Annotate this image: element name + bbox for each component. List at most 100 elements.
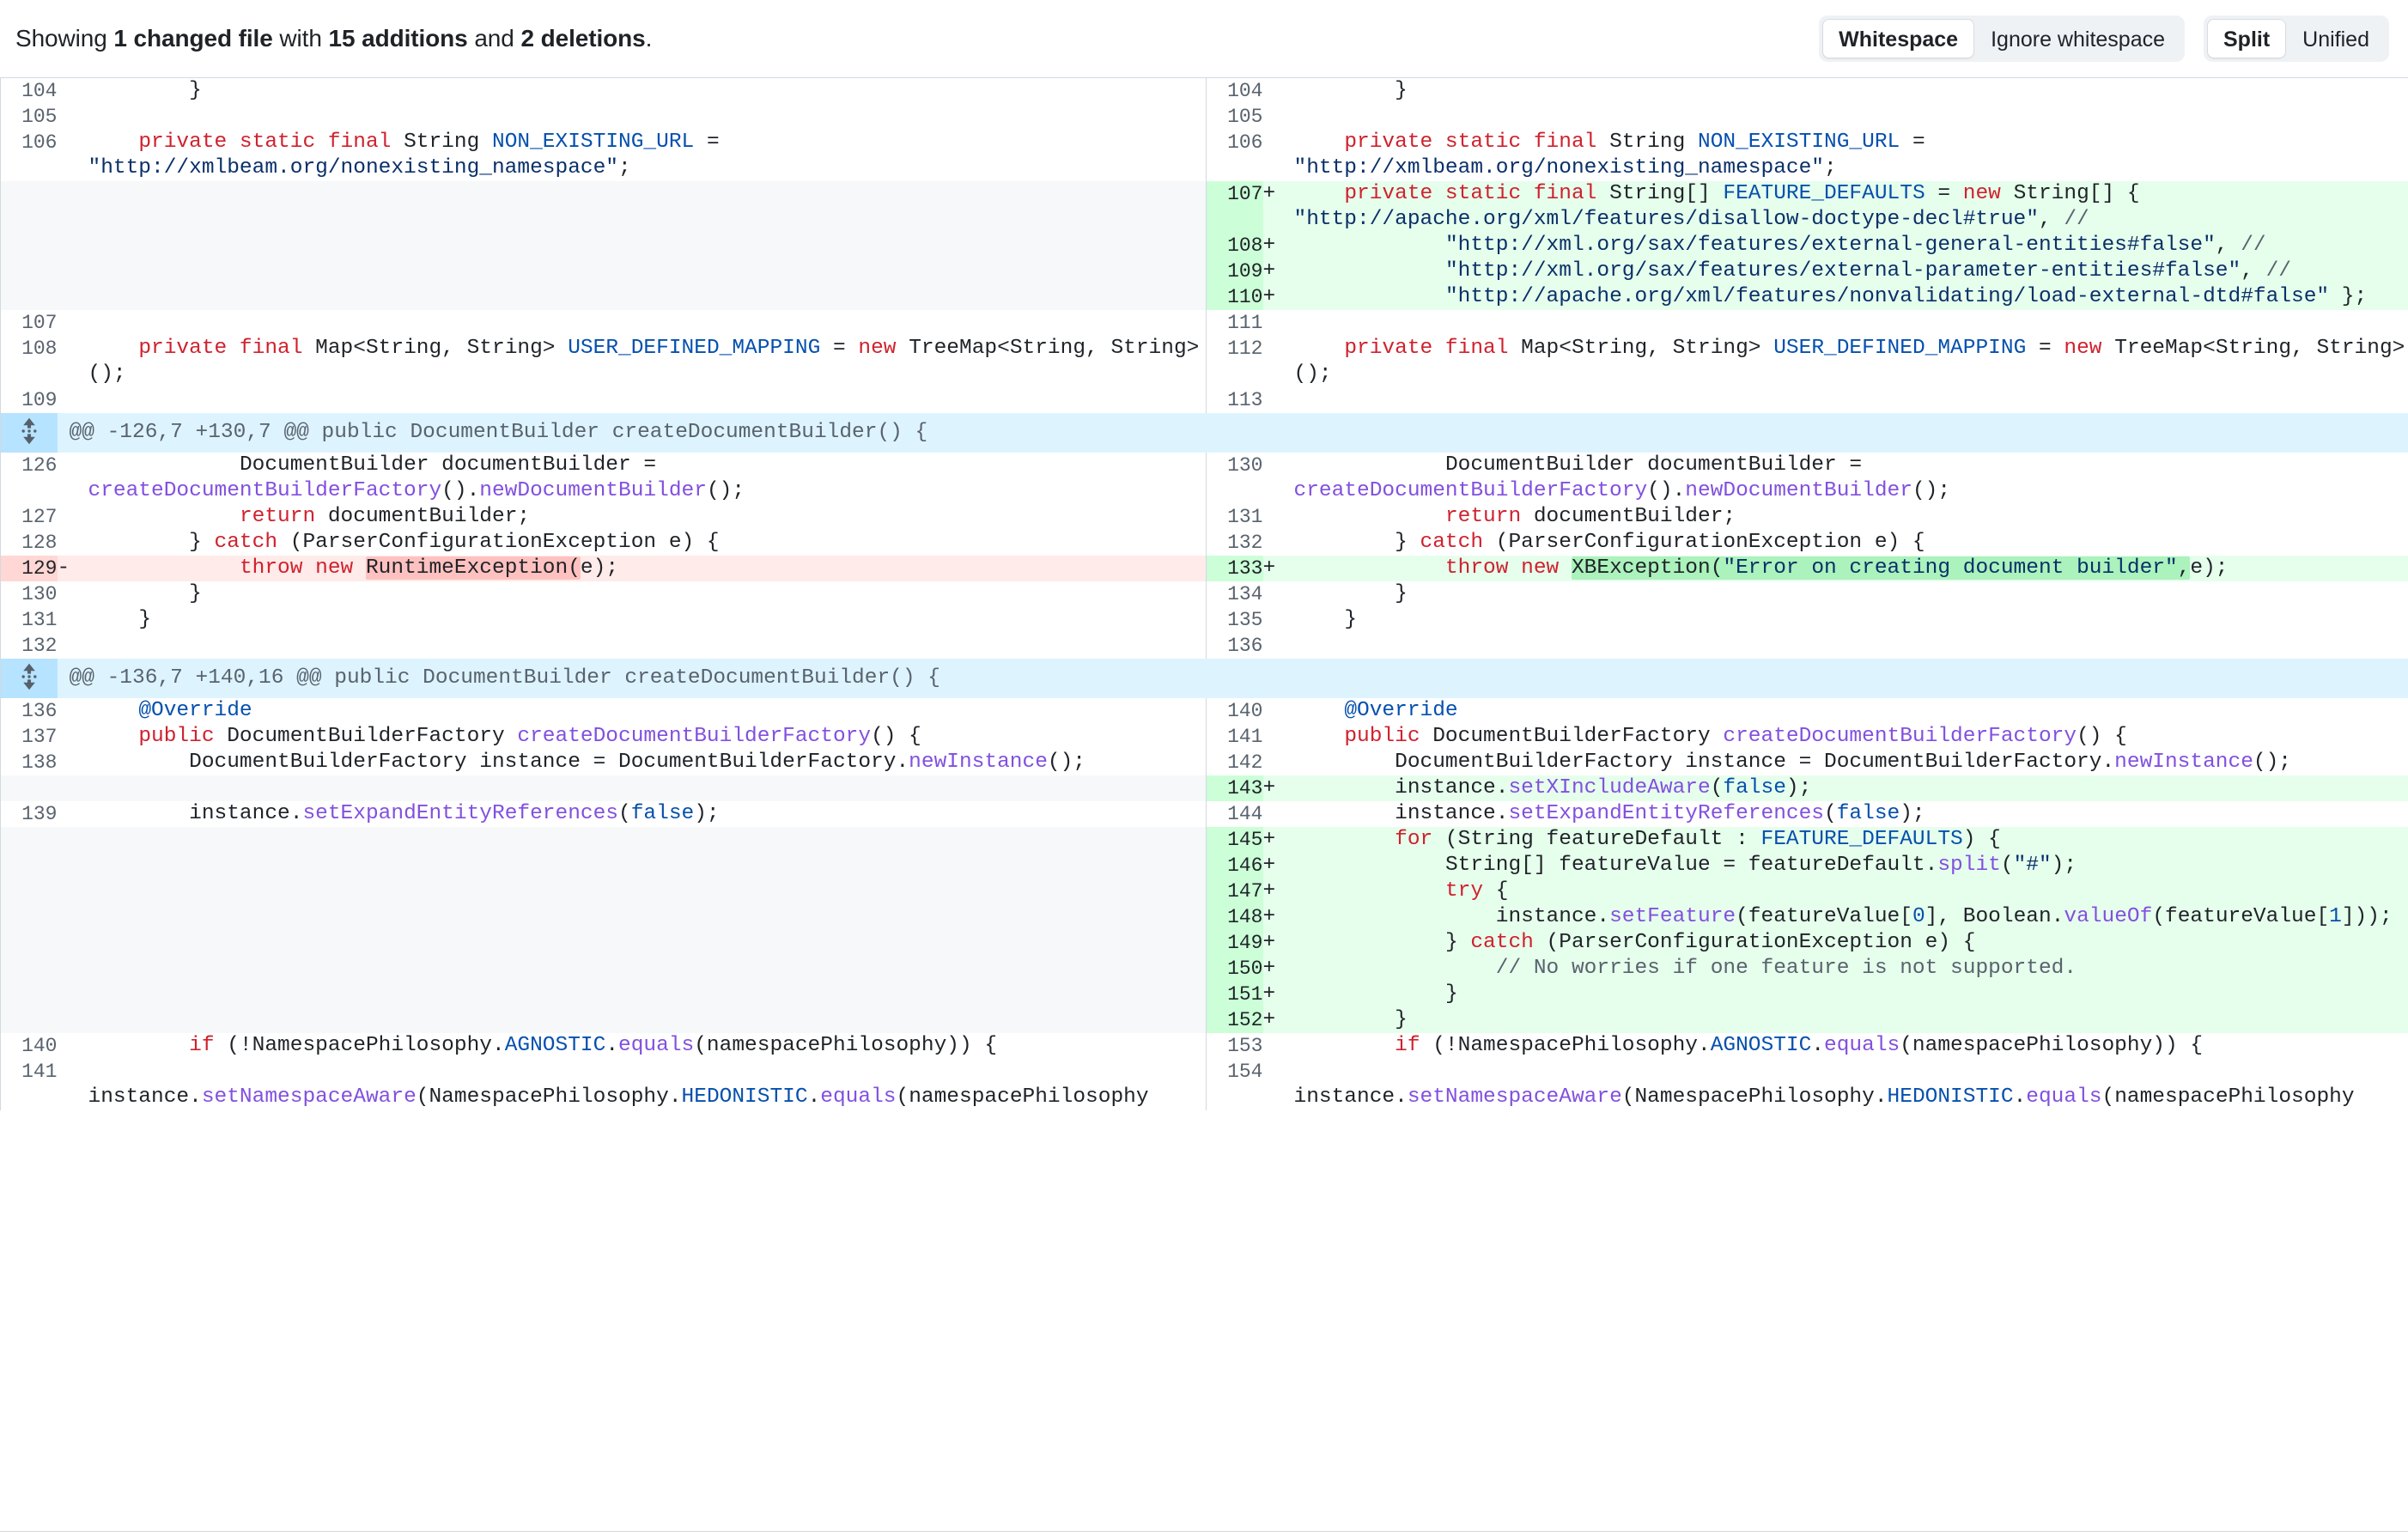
code-cell-right[interactable]: } xyxy=(1293,1007,2408,1033)
code-cell-left[interactable]: } xyxy=(88,78,1207,104)
line-number-left[interactable]: 106 xyxy=(0,130,58,181)
code-cell-right[interactable]: public DocumentBuilderFactory createDocu… xyxy=(1293,724,2408,750)
line-number-left[interactable]: 104 xyxy=(0,78,58,104)
line-number-right[interactable]: 107 xyxy=(1206,181,1263,233)
whitespace-button[interactable]: Whitespace xyxy=(1822,19,1975,58)
code-cell-left[interactable]: } xyxy=(88,581,1207,607)
expand-hunk-button[interactable] xyxy=(0,659,58,698)
code-cell-right[interactable]: instance.setExpandEntityReferences(false… xyxy=(1293,801,2408,827)
code-cell-left[interactable] xyxy=(88,387,1207,413)
code-cell-left[interactable]: instance.setNamespaceAware(NamespacePhil… xyxy=(88,1059,1207,1110)
line-number-right[interactable]: 146 xyxy=(1206,853,1263,878)
line-number-right[interactable]: 106 xyxy=(1206,130,1263,181)
code-cell-right[interactable]: instance.setXIncludeAware(false); xyxy=(1293,775,2408,801)
code-cell-right[interactable] xyxy=(1293,104,2408,130)
line-number-right[interactable]: 153 xyxy=(1206,1033,1263,1059)
line-number-left[interactable]: 140 xyxy=(0,1033,58,1059)
line-number-right[interactable]: 112 xyxy=(1206,336,1263,387)
code-cell-right[interactable]: "http://xml.org/sax/features/external-ge… xyxy=(1293,233,2408,258)
code-cell-left[interactable] xyxy=(88,633,1207,659)
code-cell-left[interactable]: DocumentBuilder documentBuilder = create… xyxy=(88,453,1207,504)
line-number-right[interactable]: 140 xyxy=(1206,698,1263,724)
line-number-right[interactable]: 148 xyxy=(1206,904,1263,930)
code-cell-right[interactable]: for (String featureDefault : FEATURE_DEF… xyxy=(1293,827,2408,853)
code-cell-right[interactable]: private static final String[] FEATURE_DE… xyxy=(1293,181,2408,233)
code-cell-left[interactable]: private static final String NON_EXISTING… xyxy=(88,130,1207,181)
line-number-left[interactable]: 132 xyxy=(0,633,58,659)
line-number-right[interactable]: 109 xyxy=(1206,258,1263,284)
code-cell-right[interactable]: "http://apache.org/xml/features/nonvalid… xyxy=(1293,284,2408,310)
line-number-left[interactable]: 139 xyxy=(0,801,58,827)
line-number-left[interactable]: 108 xyxy=(0,336,58,387)
code-cell-left[interactable]: return documentBuilder; xyxy=(88,504,1207,530)
code-cell-right[interactable] xyxy=(1293,387,2408,413)
line-number-right[interactable]: 144 xyxy=(1206,801,1263,827)
code-cell-left[interactable]: } xyxy=(88,607,1207,633)
line-number-left[interactable]: 105 xyxy=(0,104,58,130)
line-number-right[interactable]: 135 xyxy=(1206,607,1263,633)
line-number-left[interactable]: 131 xyxy=(0,607,58,633)
code-cell-right[interactable]: } catch (ParserConfigurationException e)… xyxy=(1293,530,2408,556)
code-cell-right[interactable]: private final Map<String, String> USER_D… xyxy=(1293,336,2408,387)
code-cell-left[interactable]: public DocumentBuilderFactory createDocu… xyxy=(88,724,1207,750)
line-number-right[interactable]: 142 xyxy=(1206,750,1263,775)
line-number-left[interactable]: 127 xyxy=(0,504,58,530)
line-number-left[interactable]: 138 xyxy=(0,750,58,775)
line-number-left[interactable]: 137 xyxy=(0,724,58,750)
code-cell-left[interactable] xyxy=(88,104,1207,130)
line-number-left[interactable]: 107 xyxy=(0,310,58,336)
code-cell-right[interactable]: } xyxy=(1293,78,2408,104)
line-number-right[interactable]: 105 xyxy=(1206,104,1263,130)
code-cell-right[interactable]: throw new XBException("Error on creating… xyxy=(1293,556,2408,581)
line-number-right[interactable]: 110 xyxy=(1206,284,1263,310)
code-cell-right[interactable]: } catch (ParserConfigurationException e)… xyxy=(1293,930,2408,956)
code-cell-right[interactable]: // No worries if one feature is not supp… xyxy=(1293,956,2408,982)
line-number-left[interactable]: 141 xyxy=(0,1059,58,1110)
code-cell-right[interactable]: DocumentBuilder documentBuilder = create… xyxy=(1293,453,2408,504)
code-cell-left[interactable]: throw new RuntimeException(e); xyxy=(88,556,1207,581)
code-cell-right[interactable]: try { xyxy=(1293,878,2408,904)
line-number-left[interactable]: 129 xyxy=(0,556,58,581)
code-cell-left[interactable]: } catch (ParserConfigurationException e)… xyxy=(88,530,1207,556)
ignore-whitespace-button[interactable]: Ignore whitespace xyxy=(1974,19,2181,58)
line-number-right[interactable]: 111 xyxy=(1206,310,1263,336)
code-cell-left[interactable] xyxy=(88,310,1207,336)
code-cell-left[interactable]: private final Map<String, String> USER_D… xyxy=(88,336,1207,387)
line-number-right[interactable]: 154 xyxy=(1206,1059,1263,1110)
line-number-right[interactable]: 149 xyxy=(1206,930,1263,956)
line-number-right[interactable]: 134 xyxy=(1206,581,1263,607)
line-number-right[interactable]: 132 xyxy=(1206,530,1263,556)
line-number-right[interactable]: 104 xyxy=(1206,78,1263,104)
line-number-right[interactable]: 108 xyxy=(1206,233,1263,258)
line-number-right[interactable]: 151 xyxy=(1206,982,1263,1007)
code-cell-right[interactable]: } xyxy=(1293,982,2408,1007)
code-cell-right[interactable]: private static final String NON_EXISTING… xyxy=(1293,130,2408,181)
line-number-right[interactable]: 136 xyxy=(1206,633,1263,659)
line-number-right[interactable]: 131 xyxy=(1206,504,1263,530)
line-number-left[interactable]: 130 xyxy=(0,581,58,607)
line-number-right[interactable]: 147 xyxy=(1206,878,1263,904)
code-cell-right[interactable]: instance.setFeature(featureValue[0], Boo… xyxy=(1293,904,2408,930)
code-cell-right[interactable]: instance.setNamespaceAware(NamespacePhil… xyxy=(1293,1059,2408,1110)
line-number-right[interactable]: 130 xyxy=(1206,453,1263,504)
code-cell-right[interactable]: String[] featureValue = featureDefault.s… xyxy=(1293,853,2408,878)
line-number-right[interactable]: 152 xyxy=(1206,1007,1263,1033)
code-cell-left[interactable]: instance.setExpandEntityReferences(false… xyxy=(88,801,1207,827)
code-cell-right[interactable]: @Override xyxy=(1293,698,2408,724)
line-number-right[interactable]: 113 xyxy=(1206,387,1263,413)
code-cell-right[interactable]: if (!NamespacePhilosophy.AGNOSTIC.equals… xyxy=(1293,1033,2408,1059)
line-number-right[interactable]: 145 xyxy=(1206,827,1263,853)
line-number-left[interactable]: 128 xyxy=(0,530,58,556)
code-cell-right[interactable]: } xyxy=(1293,581,2408,607)
unified-view-button[interactable]: Unified xyxy=(2286,19,2386,58)
code-cell-right[interactable]: DocumentBuilderFactory instance = Docume… xyxy=(1293,750,2408,775)
code-cell-left[interactable]: @Override xyxy=(88,698,1207,724)
line-number-right[interactable]: 141 xyxy=(1206,724,1263,750)
line-number-left[interactable]: 136 xyxy=(0,698,58,724)
code-cell-right[interactable]: } xyxy=(1293,607,2408,633)
code-cell-left[interactable]: DocumentBuilderFactory instance = Docume… xyxy=(88,750,1207,775)
code-cell-right[interactable] xyxy=(1293,633,2408,659)
line-number-right[interactable]: 143 xyxy=(1206,775,1263,801)
line-number-left[interactable]: 109 xyxy=(0,387,58,413)
code-cell-left[interactable]: if (!NamespacePhilosophy.AGNOSTIC.equals… xyxy=(88,1033,1207,1059)
